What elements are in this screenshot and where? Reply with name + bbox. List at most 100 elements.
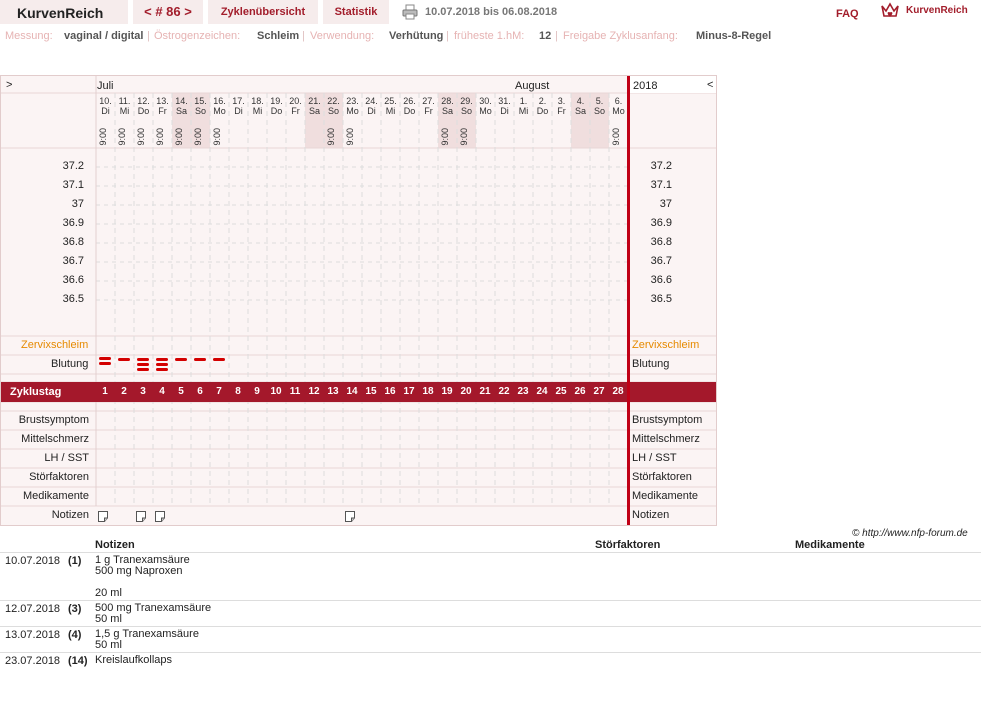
cycle-day-number[interactable]: 28	[609, 386, 627, 397]
cycle-day-number[interactable]: 21	[476, 386, 494, 397]
app-logo[interactable]: KurvenReich	[0, 0, 128, 24]
temperature-tick: 37.1	[62, 179, 84, 191]
day-weekday: Sa	[175, 106, 187, 116]
cycle-day-number[interactable]: 4	[153, 386, 171, 397]
cycle-day-number[interactable]: 3	[134, 386, 152, 397]
cycle-day-number[interactable]: 9	[248, 386, 266, 397]
day-column-header[interactable]: 2. Do	[533, 96, 552, 116]
day-column-header[interactable]: 13. Fr 9:00	[153, 96, 172, 146]
day-column-header[interactable]: 3. Fr	[552, 96, 571, 116]
bleeding-mark[interactable]	[99, 357, 111, 360]
bleeding-mark[interactable]	[99, 362, 111, 365]
measurement-time: 9:00	[440, 128, 450, 146]
day-column-header[interactable]: 29. So 9:00	[457, 96, 476, 146]
faq-link[interactable]: FAQ	[836, 8, 859, 20]
cycle-day-number[interactable]: 22	[495, 386, 513, 397]
day-column-header[interactable]: 4. Sa	[571, 96, 590, 116]
measurement-value: vaginal / digital	[64, 30, 144, 42]
cycle-day-number[interactable]: 6	[191, 386, 209, 397]
day-weekday: Mi	[119, 106, 130, 116]
day-column-header[interactable]: 22. So 9:00	[324, 96, 343, 146]
cycle-day-number[interactable]: 20	[457, 386, 475, 397]
cycle-overview-tab[interactable]: Zyklenübersicht	[208, 0, 318, 24]
note-icon[interactable]	[98, 511, 108, 522]
prev-cycle-arrow[interactable]: >	[6, 79, 12, 91]
cycle-day-number[interactable]: 17	[400, 386, 418, 397]
day-column-header[interactable]: 21. Sa	[305, 96, 324, 116]
cycle-day-number[interactable]: 16	[381, 386, 399, 397]
month-label-august: August	[515, 80, 550, 92]
day-column-header[interactable]: 26. Do	[400, 96, 419, 116]
bleeding-mark[interactable]	[137, 358, 149, 361]
copyright[interactable]: © http://www.nfp-forum.de	[852, 528, 968, 539]
symptom-row-label: Brustsymptom	[18, 414, 89, 426]
cycle-navigator[interactable]: < # 86 >	[133, 0, 203, 24]
brand-name[interactable]: KurvenReich	[906, 5, 968, 16]
day-column-header[interactable]: 14. Sa 9:00	[172, 96, 191, 146]
note-text: 1,5 g Tranexamsäure 50 ml	[95, 628, 199, 651]
day-date: 12.	[137, 96, 150, 106]
day-column-header[interactable]: 18. Mi	[248, 96, 267, 116]
separator: |	[555, 30, 558, 42]
bleeding-mark[interactable]	[118, 358, 130, 361]
note-icon[interactable]	[155, 511, 165, 522]
day-column-header[interactable]: 19. Do	[267, 96, 286, 116]
day-column-header[interactable]: 28. Sa 9:00	[438, 96, 457, 146]
day-column-header[interactable]: 1. Mi	[514, 96, 533, 116]
next-cycle-arrow[interactable]: <	[707, 79, 713, 91]
cycle-day-number[interactable]: 8	[229, 386, 247, 397]
bleeding-mark[interactable]	[194, 358, 206, 361]
cycle-day-number[interactable]: 11	[286, 386, 304, 397]
note-date: 13.07.2018	[5, 629, 61, 641]
bleeding-mark[interactable]	[213, 358, 225, 361]
cycle-day-number[interactable]: 25	[552, 386, 570, 397]
day-column-header[interactable]: 12. Do 9:00	[134, 96, 153, 146]
note-icon[interactable]	[136, 511, 146, 522]
bleeding-mark[interactable]	[137, 363, 149, 366]
bleeding-mark[interactable]	[156, 358, 168, 361]
cycle-day-number[interactable]: 18	[419, 386, 437, 397]
bleeding-mark[interactable]	[156, 363, 168, 366]
cycle-day-number[interactable]: 19	[438, 386, 456, 397]
day-column-header[interactable]: 11. Mi 9:00	[115, 96, 134, 146]
cycle-day-number[interactable]: 12	[305, 386, 323, 397]
day-column-header[interactable]: 6. Mo 9:00	[609, 96, 628, 146]
cycle-day-number[interactable]: 15	[362, 386, 380, 397]
day-column-header[interactable]: 17. Di	[229, 96, 248, 116]
day-column-header[interactable]: 16. Mo 9:00	[210, 96, 229, 146]
day-weekday: Sa	[441, 106, 453, 116]
cycle-day-number[interactable]: 26	[571, 386, 589, 397]
cycle-day-number[interactable]: 2	[115, 386, 133, 397]
temperature-tick: 37.1	[650, 179, 672, 191]
day-column-header[interactable]: 24. Di	[362, 96, 381, 116]
day-column-header[interactable]: 27. Fr	[419, 96, 438, 116]
cycle-day-number[interactable]: 23	[514, 386, 532, 397]
day-column-header[interactable]: 10. Di 9:00	[96, 96, 115, 146]
note-icon[interactable]	[345, 511, 355, 522]
bleeding-mark[interactable]	[156, 368, 168, 371]
symptom-row-label-right: LH / SST	[632, 452, 677, 464]
cycle-day-number[interactable]: 10	[267, 386, 285, 397]
day-date: 2.	[538, 96, 547, 106]
day-column-header[interactable]: 31. Di	[495, 96, 514, 116]
cycle-day-number[interactable]: 1	[96, 386, 114, 397]
cycle-day-number[interactable]: 24	[533, 386, 551, 397]
day-column-header[interactable]: 20. Fr	[286, 96, 305, 116]
cycle-day-number[interactable]: 14	[343, 386, 361, 397]
day-column-header[interactable]: 30. Mo	[476, 96, 495, 116]
cycle-day-number[interactable]: 13	[324, 386, 342, 397]
day-column-header[interactable]: 23. Mo 9:00	[343, 96, 362, 146]
statistics-tab[interactable]: Statistik	[323, 0, 389, 24]
cycle-day-number[interactable]: 5	[172, 386, 190, 397]
cycle-day-number[interactable]: 27	[590, 386, 608, 397]
day-column-header[interactable]: 15. So 9:00	[191, 96, 210, 146]
cycle-day-number[interactable]: 7	[210, 386, 228, 397]
day-weekday: Do	[137, 106, 150, 116]
bleeding-mark[interactable]	[175, 358, 187, 361]
bleeding-mark[interactable]	[137, 368, 149, 371]
day-weekday: So	[593, 106, 605, 116]
day-column-header[interactable]: 25. Mi	[381, 96, 400, 116]
measurement-time: 9:00	[345, 128, 355, 146]
day-column-header[interactable]: 5. So	[590, 96, 609, 116]
printer-icon[interactable]	[402, 4, 418, 20]
